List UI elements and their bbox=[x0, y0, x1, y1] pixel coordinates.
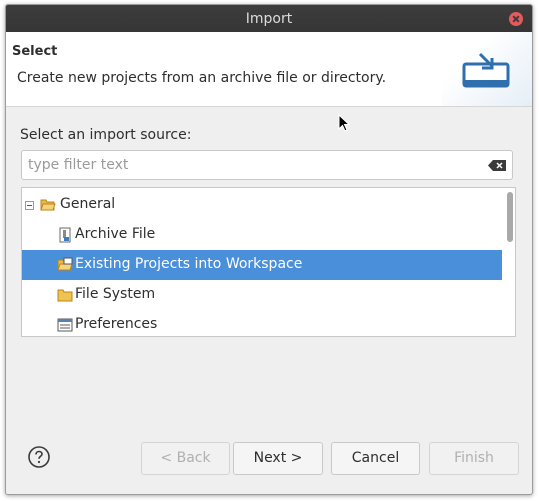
tree-item-preferences[interactable]: Preferences bbox=[22, 310, 502, 336]
title-bar[interactable]: Import bbox=[6, 5, 532, 32]
tree-item-archive-file[interactable]: Archive File bbox=[22, 220, 502, 250]
import-source-label: Select an import source: bbox=[20, 127, 192, 143]
tree-item-general[interactable]: General bbox=[22, 190, 502, 220]
tree-scrollbar[interactable] bbox=[507, 192, 513, 242]
banner bbox=[442, 32, 532, 106]
tree-item-label: Preferences bbox=[75, 316, 158, 332]
archive-file-icon bbox=[59, 227, 71, 243]
tree-item-label: File System bbox=[75, 286, 156, 302]
folder-open-icon bbox=[40, 199, 56, 211]
tree-item-label: Archive File bbox=[75, 226, 156, 242]
filter-field[interactable] bbox=[21, 150, 513, 180]
mouse-cursor-icon bbox=[338, 114, 351, 132]
help-icon[interactable] bbox=[27, 445, 51, 469]
page-title: Select bbox=[12, 44, 58, 59]
filter-input[interactable] bbox=[28, 156, 478, 174]
projects-folder-icon bbox=[57, 257, 73, 271]
next-button[interactable]: Next > bbox=[233, 442, 323, 475]
import-dialog: Import Select Create new projects from a… bbox=[5, 4, 533, 495]
cancel-button[interactable]: Cancel bbox=[331, 442, 420, 475]
window-title: Import bbox=[245, 11, 293, 27]
wizard-header: Select Create new projects from an archi… bbox=[6, 32, 532, 107]
folder-icon bbox=[57, 289, 73, 302]
page-description: Create new projects from an archive file… bbox=[17, 70, 387, 86]
collapse-toggle[interactable] bbox=[25, 201, 34, 210]
import-wizard-icon bbox=[462, 52, 510, 88]
clear-filter-icon[interactable] bbox=[488, 160, 506, 171]
tree-item-label: Existing Projects into Workspace bbox=[75, 256, 303, 272]
preferences-icon bbox=[57, 318, 73, 332]
tree-item-file-system[interactable]: File System bbox=[22, 280, 502, 310]
tree-item-label: General bbox=[60, 196, 116, 212]
back-button[interactable]: < Back bbox=[141, 442, 230, 475]
close-icon[interactable] bbox=[509, 12, 523, 26]
tree-item-existing-projects[interactable]: Existing Projects into Workspace bbox=[22, 250, 502, 280]
finish-button[interactable]: Finish bbox=[429, 442, 519, 475]
import-source-tree[interactable]: General Archive File Existing Projects i… bbox=[21, 187, 516, 337]
